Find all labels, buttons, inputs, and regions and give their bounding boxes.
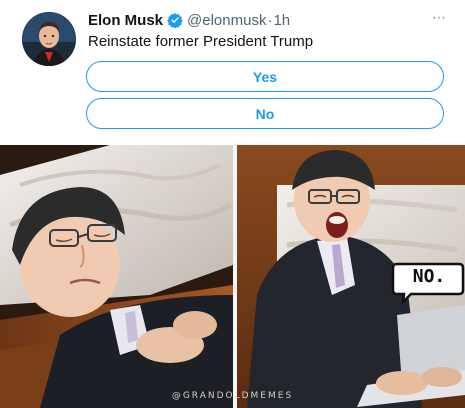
poll-option-no[interactable]: No: [86, 98, 444, 129]
meme-image: NO.: [0, 145, 465, 408]
more-options-icon[interactable]: ⋯: [432, 10, 447, 24]
separator: ·: [267, 11, 273, 29]
speech-bubble-text: NO.: [412, 266, 446, 287]
tweet-text: Reinstate former President Trump: [88, 33, 314, 50]
tweet-screenshot: Elon Musk @elonmusk · 1h ⋯ Reinstate for…: [0, 0, 465, 408]
tweet-card: Elon Musk @elonmusk · 1h ⋯ Reinstate for…: [0, 0, 465, 145]
author-line: Elon Musk @elonmusk · 1h: [88, 10, 290, 30]
handle[interactable]: @elonmusk: [187, 12, 266, 29]
avatar-image: [22, 12, 76, 66]
verified-badge-icon: [167, 12, 183, 29]
avatar[interactable]: [22, 12, 76, 66]
meme-panel-left: [0, 145, 233, 408]
meme-watermark: @GRANDOLDMEMES: [171, 391, 294, 401]
timestamp[interactable]: 1h: [273, 12, 290, 29]
coffin-scene-illustration: [0, 145, 233, 408]
poll-option-yes[interactable]: Yes: [86, 61, 444, 92]
display-name[interactable]: Elon Musk: [88, 12, 163, 29]
